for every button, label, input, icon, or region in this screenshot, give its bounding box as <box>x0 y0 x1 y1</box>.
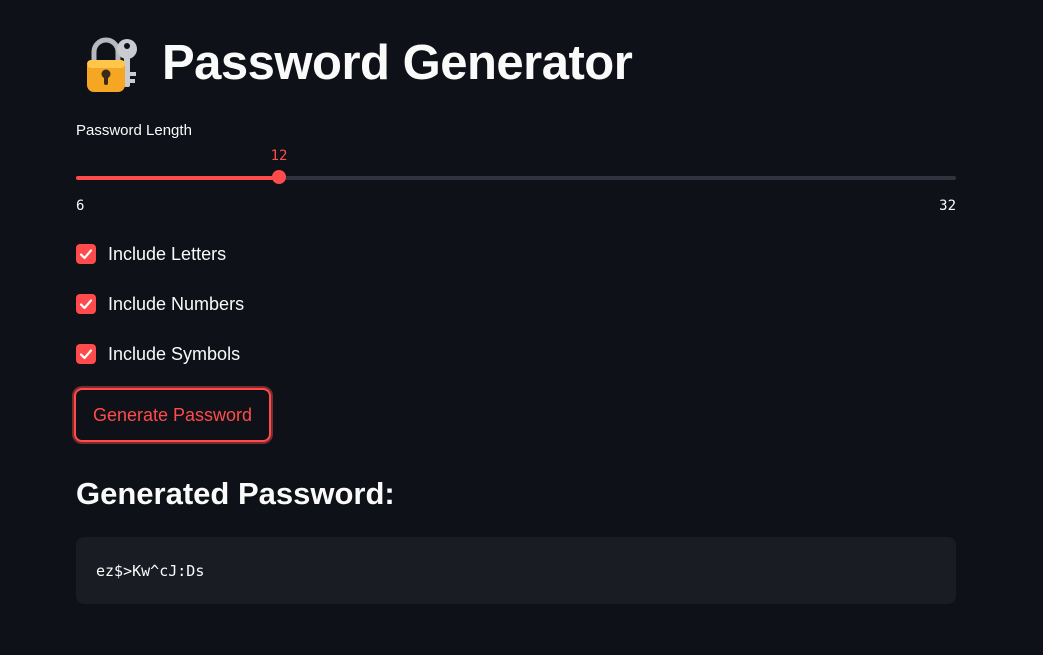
generate-password-button[interactable]: Generate Password <box>74 388 271 442</box>
include-symbols-checkbox[interactable]: Include Symbols <box>76 342 240 366</box>
include-letters-label: Include Letters <box>108 243 227 264</box>
checkbox-checked-icon[interactable] <box>76 294 96 314</box>
include-numbers-checkbox[interactable]: Include Numbers <box>76 292 244 316</box>
slider-filled-track <box>76 176 279 180</box>
slider-current-value: 12 <box>270 148 288 164</box>
include-symbols-label: Include Symbols <box>108 343 241 364</box>
slider-thumb[interactable] <box>272 170 286 184</box>
checkbox-checked-icon[interactable] <box>76 244 96 264</box>
app-main: Password Generator Password Length 12 6 … <box>0 0 1043 655</box>
slider-max-label: 32 <box>939 198 956 214</box>
include-numbers-label: Include Numbers <box>108 293 245 314</box>
page-title: Password Generator <box>162 36 633 90</box>
page-header: Password Generator <box>84 30 633 96</box>
slider-min-label: 6 <box>76 198 85 214</box>
generated-password-heading: Generated Password: <box>76 476 395 511</box>
password-code-block: ez$>Kw^cJ:Ds <box>76 537 956 604</box>
include-letters-checkbox[interactable]: Include Letters <box>76 242 226 266</box>
checkbox-checked-icon[interactable] <box>76 344 96 364</box>
password-length-label: Password Length <box>76 122 192 139</box>
generated-password-value[interactable]: ez$>Kw^cJ:Ds <box>96 562 204 580</box>
password-length-slider[interactable] <box>76 170 956 184</box>
locked-with-key-icon <box>87 37 137 92</box>
